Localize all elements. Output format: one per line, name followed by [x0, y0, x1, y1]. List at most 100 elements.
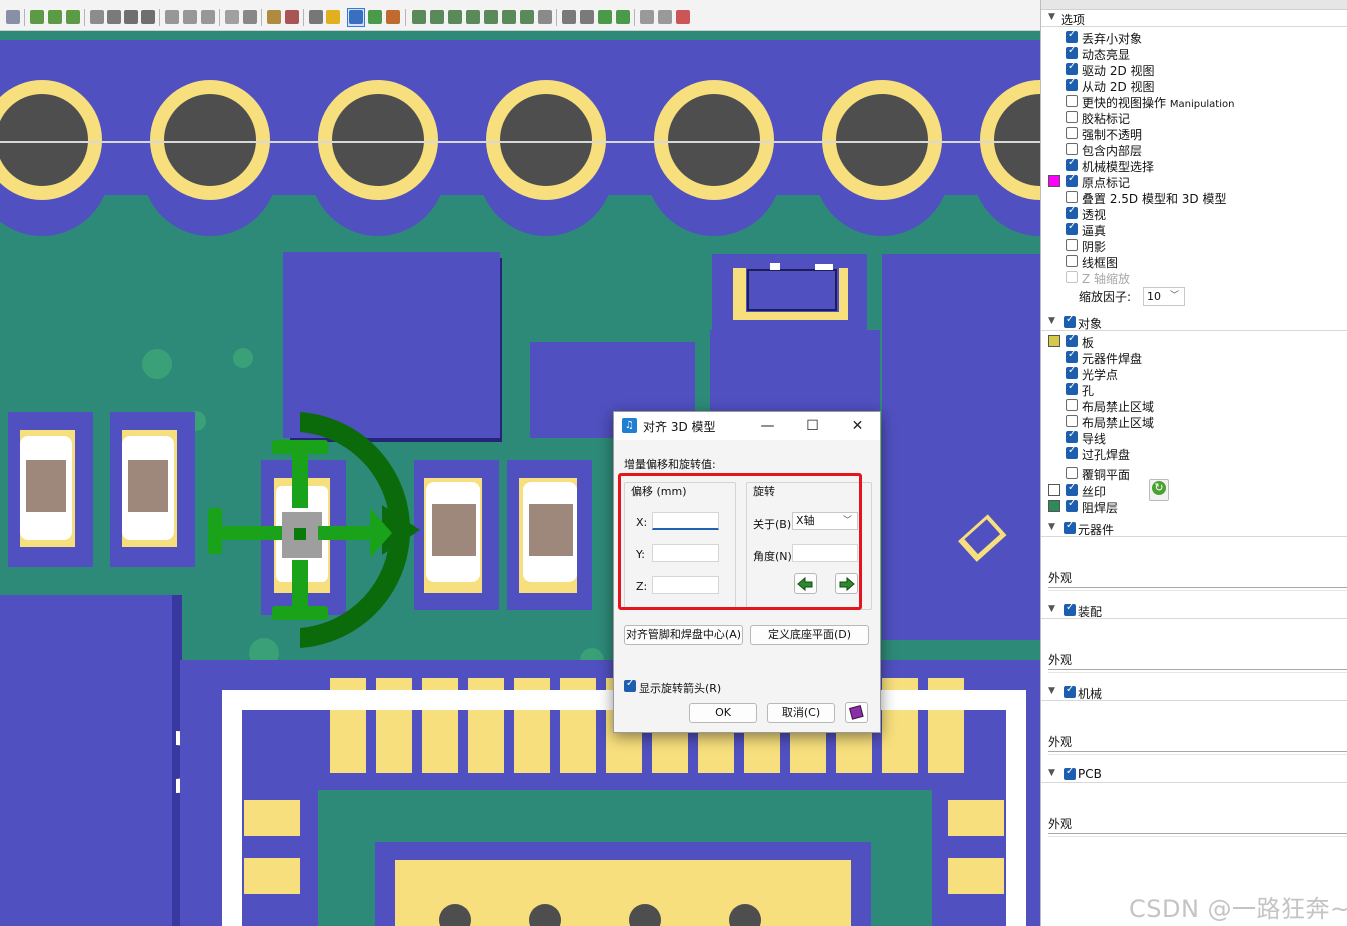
object-checkbox[interactable] [1066, 429, 1078, 443]
object-row[interactable]: 板 [1041, 333, 1347, 350]
option-row[interactable]: 叠置 2.5D 模型和 3D 模型 [1041, 190, 1347, 206]
option-checkbox[interactable] [1066, 143, 1078, 155]
section-assembly[interactable]: ▼ 装配 [1041, 601, 1347, 619]
tb-route-icon[interactable] [30, 10, 44, 24]
tb-measure-icon[interactable] [267, 10, 281, 24]
object-checkbox[interactable] [1066, 333, 1078, 347]
tb-cube6-icon[interactable] [502, 10, 516, 24]
origin-color-swatch[interactable] [1048, 175, 1060, 187]
tb-find-icon[interactable] [225, 10, 239, 24]
tb-inspect-icon[interactable] [243, 10, 257, 24]
object-checkbox[interactable] [1066, 498, 1078, 512]
option-checkbox[interactable] [1066, 205, 1078, 219]
tb-move3-icon[interactable] [201, 10, 215, 24]
tb-model2-icon[interactable] [386, 10, 400, 24]
minimize-button[interactable]: — [745, 412, 790, 440]
option-row[interactable]: 从动 2D 视图 [1041, 77, 1347, 94]
y-offset-input[interactable] [652, 544, 719, 562]
option-checkbox[interactable] [1066, 173, 1078, 187]
tb-delete-icon[interactable] [285, 10, 299, 24]
tb-cube2-icon[interactable] [430, 10, 444, 24]
tb-cube4-icon[interactable] [466, 10, 480, 24]
tb-flip-icon[interactable] [309, 10, 323, 24]
section-checkbox[interactable] [1064, 314, 1076, 328]
tb-tool2-icon[interactable] [658, 10, 672, 24]
section-mechanical[interactable]: ▼ 机械 [1041, 683, 1347, 701]
tb-fit-icon[interactable] [562, 10, 576, 24]
option-checkbox[interactable] [1066, 255, 1078, 267]
silkscreen-color-swatch[interactable] [1048, 484, 1060, 496]
tb-refresh-icon[interactable] [616, 10, 630, 24]
option-row[interactable]: 驱动 2D 视图 [1041, 61, 1347, 78]
tb-layers-icon[interactable] [124, 10, 138, 24]
object-row[interactable]: 阻焊层 [1041, 498, 1347, 515]
tb-align-3d-icon[interactable] [349, 10, 363, 24]
object-checkbox[interactable] [1066, 415, 1078, 427]
option-checkbox[interactable] [1066, 45, 1078, 59]
collapse-arrow-icon[interactable]: ▼ [1048, 604, 1055, 614]
tb-move2-icon[interactable] [183, 10, 197, 24]
tb-cube5-icon[interactable] [484, 10, 498, 24]
z-offset-input[interactable] [652, 576, 719, 594]
option-row[interactable]: 强制不透明 [1041, 126, 1347, 142]
tb-route2-icon[interactable] [48, 10, 62, 24]
object-row[interactable]: 丝印 [1041, 482, 1347, 499]
tb-print-icon[interactable] [107, 10, 121, 24]
option-row[interactable]: 逼真 [1041, 221, 1347, 238]
option-checkbox[interactable] [1066, 191, 1078, 203]
tb-layers2-icon[interactable] [141, 10, 155, 24]
section-checkbox[interactable] [1064, 520, 1076, 534]
rotate-cw-button[interactable] [835, 573, 858, 594]
ok-button[interactable]: OK [689, 703, 757, 723]
object-row[interactable]: 光学点 [1041, 365, 1347, 382]
object-row[interactable]: 覆铜平面 [1041, 466, 1347, 482]
object-row[interactable]: 过孔焊盘 [1041, 445, 1347, 462]
tb-warning-icon[interactable] [326, 10, 340, 24]
option-row[interactable]: 线框图 [1041, 254, 1347, 270]
option-row[interactable]: 机械模型选择 [1041, 157, 1347, 174]
maximize-button[interactable]: ☐ [790, 412, 835, 440]
tb-open-icon[interactable] [90, 10, 104, 24]
cancel-button[interactable]: 取消(C) [767, 703, 835, 723]
option-row[interactable]: 更快的视图操作 Manipulation [1041, 94, 1347, 110]
rotation-axis-select[interactable]: X轴 ﹀ [792, 512, 858, 530]
collapse-arrow-icon[interactable]: ▼ [1048, 12, 1055, 22]
section-options[interactable]: ▼ 选项 [1041, 9, 1347, 27]
section-checkbox[interactable] [1064, 766, 1076, 780]
section-components[interactable]: ▼ 元器件 [1041, 519, 1347, 537]
option-row[interactable]: 原点标记 [1041, 173, 1347, 190]
option-row[interactable]: 阴影 [1041, 238, 1347, 254]
object-row[interactable]: 元器件焊盘 [1041, 349, 1347, 366]
object-checkbox[interactable] [1066, 349, 1078, 363]
option-checkbox[interactable] [1066, 157, 1078, 171]
x-offset-input[interactable] [652, 512, 719, 530]
section-objects[interactable]: ▼ 对象 [1041, 313, 1347, 331]
object-checkbox[interactable] [1066, 445, 1078, 459]
option-row[interactable]: 动态亮显 [1041, 45, 1347, 62]
close-button[interactable]: ✕ [835, 412, 880, 440]
tb-cube1-icon[interactable] [412, 10, 426, 24]
tb-move-icon[interactable] [165, 10, 179, 24]
angle-input[interactable] [792, 544, 858, 562]
option-checkbox[interactable] [1066, 221, 1078, 235]
option-checkbox[interactable] [1066, 61, 1078, 75]
dialog-titlebar[interactable]: ♫ 对齐 3D 模型 — ☐ ✕ [614, 412, 880, 440]
collapse-arrow-icon[interactable]: ▼ [1048, 768, 1055, 778]
scale-factor-select[interactable]: 10 ﹀ [1143, 287, 1185, 306]
option-checkbox[interactable] [1066, 77, 1078, 91]
object-checkbox[interactable] [1066, 467, 1078, 479]
section-pcb[interactable]: ▼ PCB [1041, 765, 1347, 783]
tb-view-icon[interactable] [6, 10, 20, 24]
section-checkbox[interactable] [1064, 684, 1076, 698]
collapse-arrow-icon[interactable]: ▼ [1048, 316, 1055, 326]
tb-tool1-icon[interactable] [640, 10, 654, 24]
object-checkbox[interactable] [1066, 482, 1078, 496]
option-row[interactable]: 丢弃小对象 [1041, 29, 1347, 46]
object-row[interactable]: 孔 [1041, 381, 1347, 398]
tb-cube7-icon[interactable] [520, 10, 534, 24]
tb-cube8-icon[interactable] [538, 10, 552, 24]
option-checkbox[interactable] [1066, 29, 1078, 43]
define-base-plane-button[interactable]: 定义底座平面(D) [750, 625, 869, 645]
option-checkbox[interactable] [1066, 95, 1078, 107]
object-row[interactable]: 布局禁止区域 [1041, 414, 1347, 430]
